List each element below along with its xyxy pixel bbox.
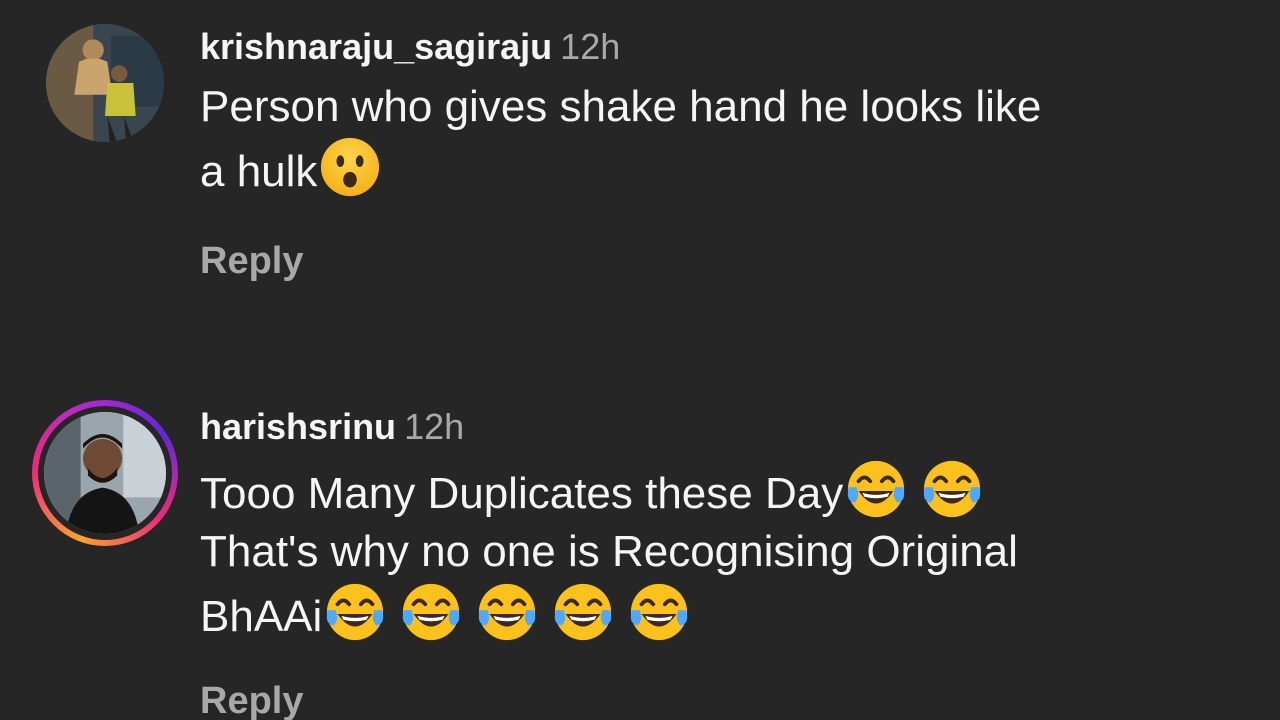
reply-button[interactable]: Reply [200, 680, 303, 720]
timestamp: 12h [560, 26, 621, 67]
comment-content: krishnaraju_sagiraju 12h Person who gives… [200, 20, 1260, 201]
face-with-tears-of-joy-emoji-icon [400, 581, 462, 643]
avatar[interactable] [46, 24, 164, 142]
username-link[interactable]: harishsrinu [200, 406, 396, 447]
story-ring[interactable] [32, 400, 178, 546]
comment-text-line: a hulk [200, 147, 318, 196]
face-with-tears-of-joy-emoji-icon [628, 581, 690, 643]
comment-text-line: BhAAi [200, 592, 323, 641]
comment-text-line: That's why no one is Recognising Origina… [200, 527, 1018, 576]
comment-text-line-1: Tooo Many Duplicates these Day [200, 458, 1260, 523]
comment-text: Tooo Many Duplicates these Day That's wh… [200, 458, 1260, 646]
comment-meta: krishnaraju_sagiraju 12h [200, 20, 1260, 74]
comment-item: harishsrinu 12h Tooo Many Duplicates thes… [0, 380, 1280, 720]
profile-photo-icon [44, 412, 166, 534]
avatar-wrapper[interactable] [40, 20, 170, 150]
username-link[interactable]: krishnaraju_sagiraju [200, 26, 552, 67]
timestamp: 12h [404, 406, 465, 447]
comment-text: Person who gives shake hand he looks lik… [200, 78, 1260, 201]
comment-text-line: Tooo Many Duplicates these Day [200, 469, 844, 518]
comment-meta: harishsrinu 12h [200, 400, 1260, 454]
comment-content: harishsrinu 12h Tooo Many Duplicates thes… [200, 400, 1260, 646]
comment-text-line: Person who gives shake hand he looks lik… [200, 82, 1042, 131]
face-with-tears-of-joy-emoji-icon [476, 581, 538, 643]
face-with-tears-of-joy-emoji-icon [552, 581, 614, 643]
comments-feed: krishnaraju_sagiraju 12h Person who gives… [0, 0, 1280, 720]
reply-button[interactable]: Reply [200, 240, 303, 283]
profile-photo-icon [46, 24, 164, 142]
face-with-tears-of-joy-emoji-icon [921, 458, 983, 520]
face-with-open-mouth-emoji-icon [319, 136, 381, 198]
face-with-tears-of-joy-emoji-icon [324, 581, 386, 643]
comment-item: krishnaraju_sagiraju 12h Person who gives… [0, 0, 1280, 330]
comment-text-line-3: BhAAi [200, 581, 1260, 646]
face-with-tears-of-joy-emoji-icon [845, 458, 907, 520]
avatar[interactable] [44, 412, 166, 534]
comment-text-line-2: a hulk [200, 136, 1260, 201]
